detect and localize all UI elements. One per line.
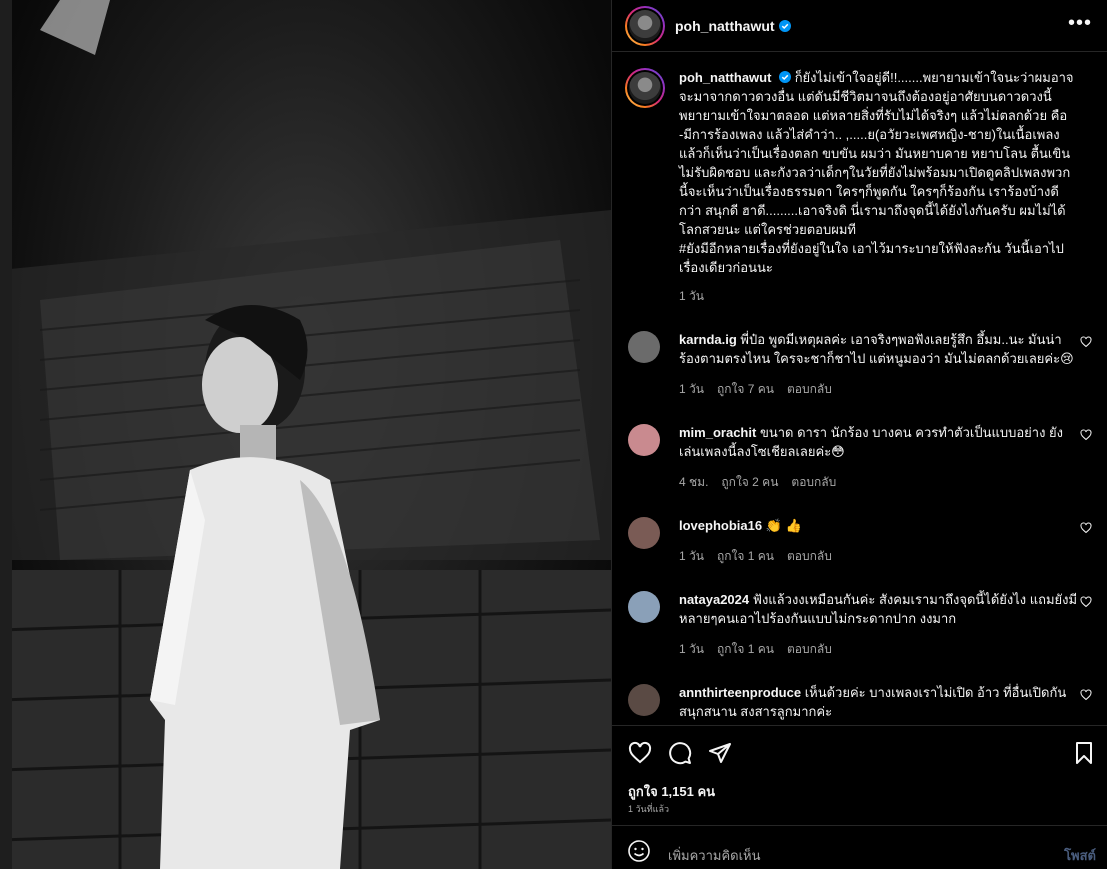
comment-likes[interactable]: ถูกใจ 2 คน (721, 473, 778, 492)
caption-text: ก็ยังไม่เข้าใจอยู่ดี!!.......พยายามเข้าใ… (679, 70, 1074, 237)
comment-age: 1 วัน (679, 642, 704, 656)
caption: poh_natthawut ก็ยังไม่เข้าใจอยู่ดี!!....… (625, 68, 1092, 306)
photo-illustration (0, 0, 611, 869)
heart-icon[interactable] (1080, 689, 1092, 701)
caption-avatar[interactable] (625, 68, 665, 108)
add-comment-bar: เพิ่มความคิดเห็น โพสต์ (612, 825, 1107, 869)
emoji-icon[interactable] (627, 839, 651, 863)
comment-avatar[interactable] (628, 331, 660, 363)
comment-age: 1 วัน (679, 382, 704, 396)
like-count[interactable]: ถูกใจ 1,151 คน (628, 781, 715, 802)
comment-avatar[interactable] (628, 591, 660, 623)
verified-badge-icon (779, 71, 792, 83)
comment-input[interactable]: เพิ่มความคิดเห็น (668, 845, 761, 866)
more-options-icon[interactable]: ••• (1068, 13, 1092, 38)
post-header: poh_natthawut ••• (612, 0, 1107, 52)
reply-button[interactable]: ตอบกลับ (787, 640, 832, 659)
comment-text: พี่ป๋อ พูดมีเหตุผลค่ะ เอาจริงๆพอฟังเลยรู… (679, 332, 1074, 366)
comment-item: mim_orachit ขนาด ดารา นักร้อง บางคน ควรท… (625, 423, 1092, 492)
comment-username[interactable]: lovephobia16 (679, 518, 762, 533)
caption-username[interactable]: poh_natthawut (679, 70, 771, 85)
comments-scroll[interactable]: poh_natthawut ก็ยังไม่เข้าใจอยู่ดี!!....… (612, 52, 1107, 725)
caption-body: poh_natthawut ก็ยังไม่เข้าใจอยู่ดี!!....… (679, 68, 1079, 306)
comment-item: lovephobia16 👏 👍 1 วัน ถูกใจ 1 คน ตอบกลั… (625, 516, 1092, 566)
share-icon[interactable] (708, 741, 732, 765)
post-actions: ถูกใจ 1,151 คน 1 วันที่แล้ว (612, 725, 1107, 825)
post-details-panel: poh_natthawut ••• poh_natthawut ก็ยังไม่… (611, 0, 1107, 869)
comment-avatar[interactable] (628, 684, 660, 716)
post-comment-button[interactable]: โพสต์ (1064, 845, 1096, 866)
comment-text: 👏 👍 (765, 518, 802, 533)
comment-avatar[interactable] (628, 424, 660, 456)
heart-icon[interactable] (1080, 429, 1092, 441)
comment-item: karnda.ig พี่ป๋อ พูดมีเหตุผลค่ะ เอาจริงๆ… (625, 330, 1092, 399)
reply-button[interactable]: ตอบกลับ (787, 547, 832, 566)
comment-username[interactable]: karnda.ig (679, 332, 737, 347)
comment-username[interactable]: annthirteenproduce (679, 685, 801, 700)
verified-badge-icon (778, 19, 791, 32)
author-avatar[interactable] (625, 5, 665, 46)
caption-hashtag[interactable]: #ยังมีอีกหลายเรื่องที่ยังอยู่ในใจ เอาไว้… (679, 239, 1079, 277)
comment-age: 1 วัน (679, 549, 704, 563)
comment-item: nataya2024 ฟังแล้วงงเหมือนกันค่ะ สังคมเร… (625, 590, 1092, 659)
post-photo[interactable] (0, 0, 611, 869)
heart-icon[interactable] (628, 741, 652, 765)
comment-likes[interactable]: ถูกใจ 7 คน (717, 380, 774, 399)
comment-item: annthirteenproduce เห็นด้วยค่ะ บางเพลงเร… (625, 683, 1092, 721)
comment-icon[interactable] (668, 741, 692, 765)
author-username[interactable]: poh_natthawut (675, 18, 775, 34)
comment-username[interactable]: mim_orachit (679, 425, 756, 440)
heart-icon[interactable] (1080, 336, 1092, 348)
comment-likes[interactable]: ถูกใจ 1 คน (717, 640, 774, 659)
comment-username[interactable]: nataya2024 (679, 592, 749, 607)
reply-button[interactable]: ตอบกลับ (787, 380, 832, 399)
comment-likes[interactable]: ถูกใจ 1 คน (717, 547, 774, 566)
heart-icon[interactable] (1080, 522, 1092, 534)
caption-age: 1 วัน (679, 289, 704, 303)
reply-button[interactable]: ตอบกลับ (791, 473, 836, 492)
post-time: 1 วันที่แล้ว (628, 804, 670, 814)
heart-icon[interactable] (1080, 596, 1092, 608)
comment-avatar[interactable] (628, 517, 660, 549)
bookmark-icon[interactable] (1072, 741, 1096, 765)
comment-age: 4 ชม. (679, 475, 709, 489)
